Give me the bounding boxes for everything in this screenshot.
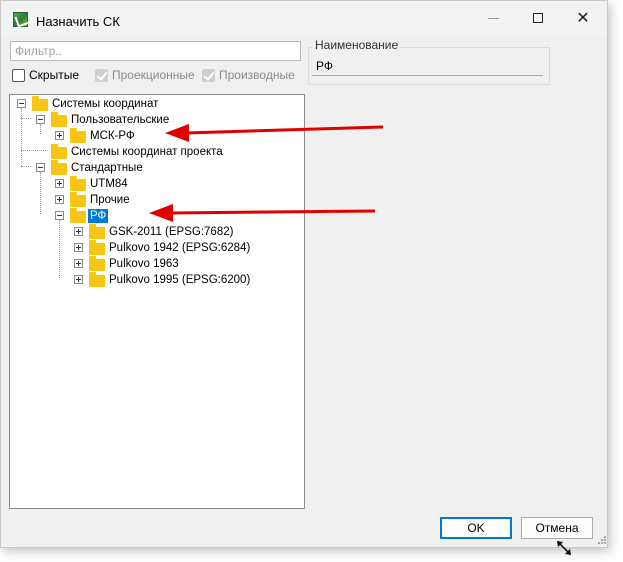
expand-icon[interactable]	[55, 195, 64, 204]
tree-node-label: Системы координат	[52, 98, 159, 110]
derived-option: Производные	[202, 67, 295, 83]
collapse-icon[interactable]	[36, 163, 45, 172]
hidden-checkbox[interactable]	[12, 68, 25, 82]
derived-label: Производные	[219, 68, 295, 82]
tree-node-label: Стандартные	[71, 162, 143, 174]
coordinate-system-tree[interactable]: Системы координат Пользовательские МСК-Р…	[9, 94, 305, 509]
close-button[interactable]: ✕	[561, 1, 605, 35]
minimize-icon	[487, 17, 499, 19]
collapse-icon[interactable]	[55, 211, 64, 220]
maximize-icon	[533, 13, 543, 23]
tree-node-pulkovo1942[interactable]: Pulkovo 1942 (EPSG:6284)	[10, 240, 300, 256]
folder-icon	[89, 256, 105, 271]
tree-node-label: Pulkovo 1942 (EPSG:6284)	[109, 242, 251, 254]
tree-node-label: Пользовательские	[71, 114, 170, 126]
tree-node-label-selected: РФ	[88, 209, 109, 223]
tree-node-standard[interactable]: Стандартные	[10, 160, 300, 176]
maximize-button[interactable]	[516, 1, 560, 35]
tree-node-label: GSK-2011 (EPSG:7682)	[109, 226, 234, 238]
minimize-button[interactable]	[471, 1, 515, 35]
expand-icon[interactable]	[74, 243, 83, 252]
collapse-icon[interactable]	[17, 99, 26, 108]
resize-grip-icon[interactable]	[595, 535, 607, 547]
app-icon	[13, 12, 28, 27]
window-title: Назначить СК	[36, 14, 120, 29]
collapse-icon[interactable]	[36, 115, 45, 124]
projected-option: Проекционные	[95, 67, 195, 83]
annotation-arrow-icon	[149, 204, 376, 222]
name-field[interactable]: РФ	[312, 56, 543, 76]
dialog-window: Назначить СК ✕ Скрытые Проекционные Прои…	[0, 0, 608, 548]
tree-node-label: Системы координат проекта	[71, 146, 223, 158]
tree-node-label: Pulkovo 1995 (EPSG:6200)	[109, 274, 251, 286]
ok-button[interactable]: OK	[440, 517, 512, 539]
folder-icon	[70, 176, 86, 191]
projected-label: Проекционные	[112, 68, 195, 82]
expand-icon[interactable]	[55, 179, 64, 188]
projected-checkbox	[95, 68, 108, 82]
tree-node-pulkovo1995[interactable]: Pulkovo 1995 (EPSG:6200)	[10, 272, 300, 288]
expand-icon[interactable]	[74, 259, 83, 268]
folder-icon	[70, 128, 86, 143]
folder-icon	[70, 192, 86, 207]
folder-icon	[32, 96, 48, 111]
expand-icon[interactable]	[74, 275, 83, 284]
tree-node-project[interactable]: Системы координат проекта	[10, 144, 300, 160]
expand-icon[interactable]	[55, 131, 64, 140]
folder-icon	[51, 144, 67, 159]
filter-input[interactable]	[10, 41, 301, 61]
cancel-button[interactable]: Отмена	[521, 517, 593, 539]
folder-icon	[89, 240, 105, 255]
folder-icon	[51, 160, 67, 175]
tree-node-label: МСК-РФ	[90, 130, 135, 142]
tree-node-root[interactable]: Системы координат	[10, 96, 300, 112]
expand-icon[interactable]	[74, 227, 83, 236]
folder-icon	[70, 208, 86, 223]
title-bar[interactable]: Назначить СК ✕	[1, 1, 607, 35]
hidden-option[interactable]: Скрытые	[12, 67, 79, 83]
resize-cursor-icon	[557, 541, 571, 555]
close-icon: ✕	[576, 10, 590, 27]
tree-node-utm84[interactable]: UTM84	[10, 176, 300, 192]
folder-icon	[89, 224, 105, 239]
annotation-arrow-icon	[165, 124, 384, 142]
tree-node-pulkovo1963[interactable]: Pulkovo 1963	[10, 256, 300, 272]
folder-icon	[51, 112, 67, 127]
tree-node-label: Pulkovo 1963	[109, 258, 179, 270]
tree-node-label: UTM84	[90, 178, 128, 190]
hidden-label: Скрытые	[29, 68, 80, 82]
derived-checkbox	[202, 68, 215, 82]
name-group-title: Наименование	[313, 38, 401, 52]
tree-node-label: Прочие	[90, 194, 130, 206]
tree-node-gsk2011[interactable]: GSK-2011 (EPSG:7682)	[10, 224, 300, 240]
folder-icon	[89, 272, 105, 287]
